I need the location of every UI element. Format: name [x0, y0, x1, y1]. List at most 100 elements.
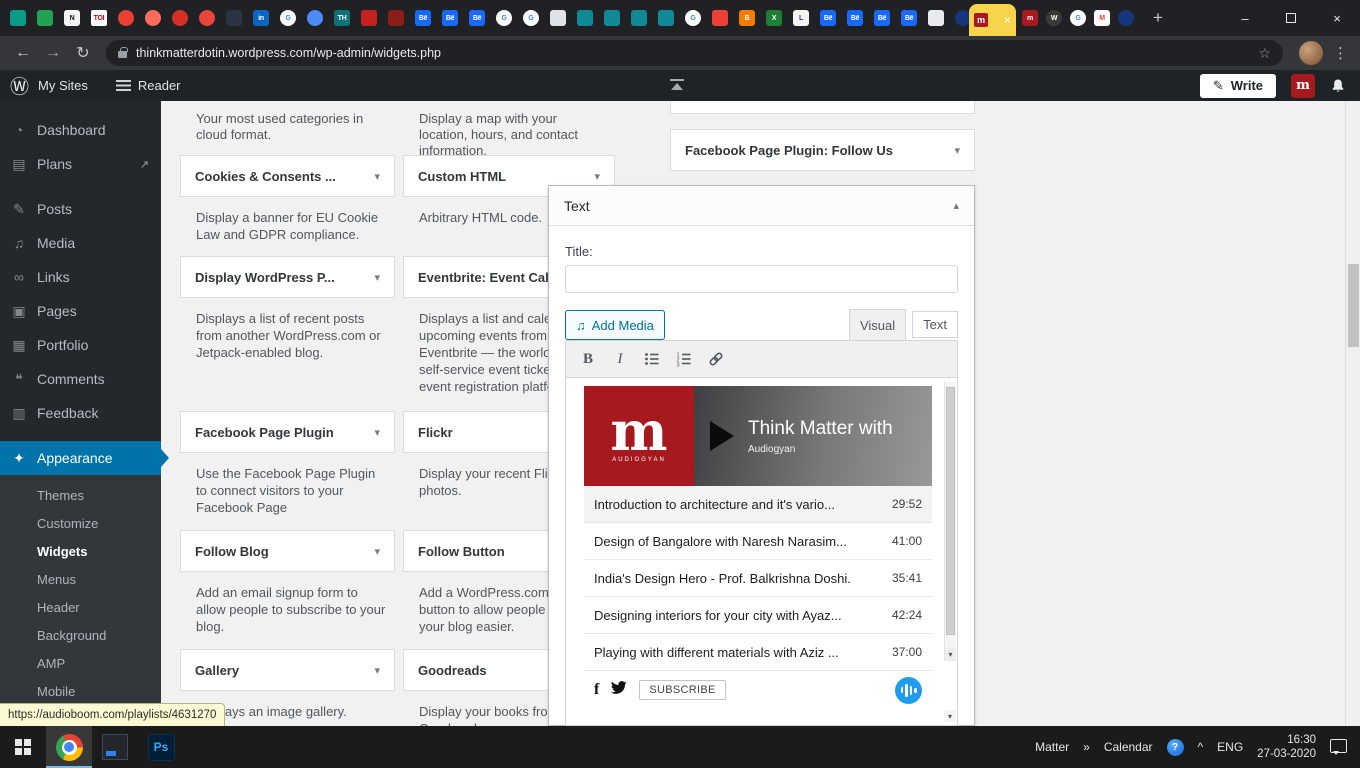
submenu-item[interactable]: Customize	[0, 509, 161, 537]
sidebar-menu-item[interactable]: ❝ Comments	[0, 362, 161, 396]
tab-favicon[interactable]: Bē	[901, 10, 917, 26]
tab-favicon[interactable]: G	[280, 10, 296, 26]
submenu-item[interactable]: Header	[0, 593, 161, 621]
help-icon[interactable]: ?	[1167, 739, 1184, 756]
taskbar-clock[interactable]: 16:30 27-03-2020	[1257, 733, 1316, 761]
sidebar-item-appearance[interactable]: ✦ Appearance	[0, 441, 161, 475]
tab-favicon[interactable]: Bē	[820, 10, 836, 26]
site-icon[interactable]: m	[1291, 74, 1315, 98]
text-widget-header[interactable]: Text ▴	[549, 186, 974, 226]
tab-favicon[interactable]	[307, 10, 323, 26]
page-scrollbar[interactable]	[1345, 101, 1360, 726]
tray-more-icon[interactable]: »	[1083, 740, 1090, 754]
tab-favicon[interactable]	[37, 10, 53, 26]
sidebar-menu-item[interactable]: ◔ Dashboard	[0, 113, 161, 147]
notifications-bell-icon[interactable]	[1330, 78, 1346, 94]
language-indicator[interactable]: ENG	[1217, 740, 1243, 754]
tab-favicon[interactable]: Bē	[469, 10, 485, 26]
close-button[interactable]: ×	[1314, 0, 1360, 36]
tab-favicon[interactable]: B	[739, 10, 755, 26]
submenu-item[interactable]: Menus	[0, 565, 161, 593]
episode-row[interactable]: Design of Bangalore with Naresh Narasim.…	[584, 523, 932, 560]
tab-favicon[interactable]: W	[1046, 10, 1062, 26]
url-text[interactable]: thinkmatterdotin.wordpress.com/wp-admin/…	[136, 46, 441, 60]
sidebar-menu-item[interactable]: ▦ Portfolio	[0, 328, 161, 362]
tab-favicon[interactable]	[388, 10, 404, 26]
tab-favicon[interactable]	[928, 10, 944, 26]
tab-favicon[interactable]: Bē	[415, 10, 431, 26]
scrollbar-thumb[interactable]	[1348, 264, 1359, 347]
tab-favicon[interactable]	[604, 10, 620, 26]
tab-visual[interactable]: Visual	[849, 309, 906, 340]
submenu-item[interactable]: Widgets	[0, 537, 161, 565]
tab-favicon[interactable]	[550, 10, 566, 26]
play-button-icon[interactable]	[710, 421, 734, 451]
reload-icon[interactable]: ↻	[68, 43, 98, 63]
sidebar-menu-item[interactable]: ▤ Plans ↗	[0, 147, 161, 181]
episode-row[interactable]: India's Design Hero - Prof. Balkrishna D…	[584, 560, 932, 597]
facebook-icon[interactable]: f	[594, 681, 599, 699]
chevron-up-icon[interactable]: ▴	[953, 199, 959, 212]
partially-visible-widget[interactable]	[670, 101, 975, 114]
widget-card[interactable]: Cookies & Consents ... ▾	[180, 155, 395, 197]
submenu-item[interactable]: AMP	[0, 649, 161, 677]
tab-favicon[interactable]: Bē	[874, 10, 890, 26]
episode-row[interactable]: Designing interiors for your city with A…	[584, 597, 932, 634]
tab-favicon[interactable]	[1118, 10, 1134, 26]
minimize-button[interactable]: –	[1222, 0, 1268, 36]
address-bar[interactable]: thinkmatterdotin.wordpress.com/wp-admin/…	[106, 40, 1283, 66]
link-button[interactable]	[700, 345, 732, 373]
tab-favicon[interactable]: m	[1022, 10, 1038, 26]
tray-label-matter[interactable]: Matter	[1035, 740, 1069, 754]
reader-link[interactable]: Reader	[138, 78, 181, 93]
episode-row[interactable]: Introduction to architecture and it's va…	[584, 486, 932, 523]
tab-favicon[interactable]: X	[766, 10, 782, 26]
numbered-list-button[interactable]: 123	[668, 345, 700, 373]
taskbar-chrome[interactable]	[46, 726, 92, 768]
twitter-icon[interactable]	[611, 681, 627, 700]
active-tab[interactable]: m ×	[969, 4, 1016, 36]
sidebar-menu-item[interactable]: ▣ Pages	[0, 294, 161, 328]
tab-favicon[interactable]: M	[1094, 10, 1110, 26]
tab-close-icon[interactable]: ×	[1004, 14, 1011, 26]
submenu-item[interactable]: Mobile	[0, 677, 161, 705]
tab-favicon[interactable]	[658, 10, 674, 26]
hidden-icons-chevron[interactable]: ^	[1198, 740, 1204, 754]
bookmark-star-icon[interactable]: ☆	[1258, 45, 1271, 62]
tab-favicon[interactable]: Bē	[442, 10, 458, 26]
bold-button[interactable]: B	[572, 345, 604, 373]
lock-icon[interactable]	[118, 51, 127, 58]
tab-favicon[interactable]: G	[523, 10, 539, 26]
tab-favicon[interactable]: G	[1070, 10, 1086, 26]
tab-favicon[interactable]: L	[793, 10, 809, 26]
widget-title-input[interactable]	[565, 265, 958, 293]
start-button[interactable]	[0, 726, 46, 768]
episode-row[interactable]: Playing with different materials with Az…	[584, 634, 932, 671]
tab-favicon[interactable]	[145, 10, 161, 26]
submenu-item[interactable]: Background	[0, 621, 161, 649]
subscribe-button[interactable]: SUBSCRIBE	[639, 680, 725, 700]
tab-favicon[interactable]	[226, 10, 242, 26]
taskbar-photoshop[interactable]: Ps	[138, 726, 184, 768]
submenu-item[interactable]: Themes	[0, 481, 161, 509]
widget-card[interactable]: Gallery ▾	[180, 649, 395, 691]
editor-scroll-down-icon[interactable]: ▾	[944, 710, 956, 722]
tab-favicon[interactable]: TH	[334, 10, 350, 26]
tab-favicon[interactable]	[199, 10, 215, 26]
tab-favicon[interactable]: G	[685, 10, 701, 26]
italic-button[interactable]: I	[604, 345, 636, 373]
wordpress-logo-icon[interactable]: Ⓦ	[10, 72, 29, 99]
write-button[interactable]: ✎ Write	[1200, 74, 1276, 98]
tab-favicon[interactable]	[361, 10, 377, 26]
scroll-down-icon[interactable]: ▾	[945, 648, 956, 661]
add-media-button[interactable]: ♫ Add Media	[565, 310, 665, 340]
collapse-toolbar-icon[interactable]	[670, 79, 684, 91]
forward-icon[interactable]: →	[38, 44, 68, 62]
back-icon[interactable]: ←	[8, 44, 38, 62]
widget-card[interactable]: Facebook Page Plugin ▾	[180, 411, 395, 453]
visual-editor-area[interactable]: m AUDIOGYAN Think Matter with Audiogyan	[565, 378, 958, 726]
tab-favicon[interactable]	[577, 10, 593, 26]
tab-favicon[interactable]: G	[496, 10, 512, 26]
tab-favicon[interactable]	[118, 10, 134, 26]
action-center-icon[interactable]	[1330, 739, 1347, 753]
